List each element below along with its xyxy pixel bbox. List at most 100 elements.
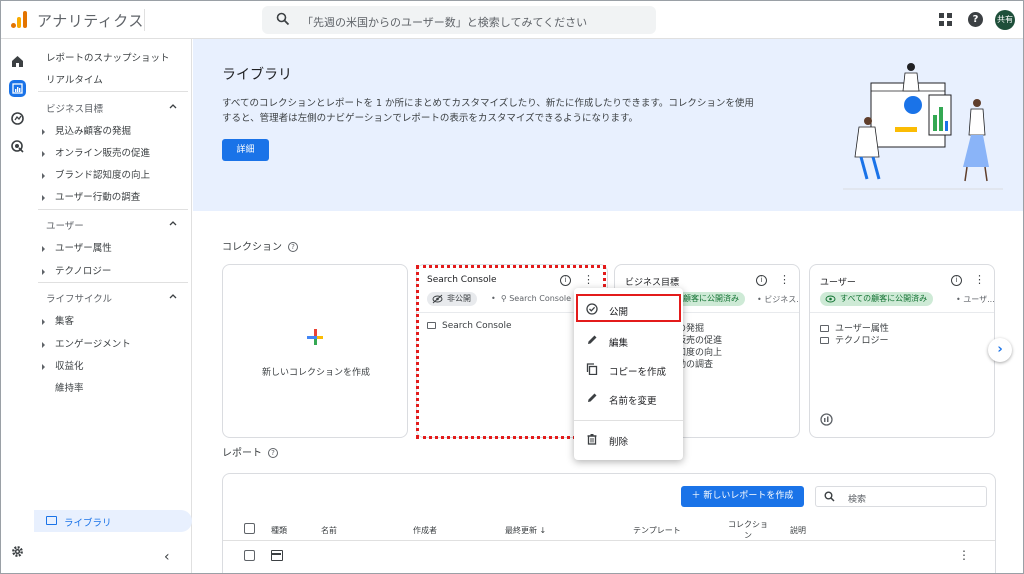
sidebar-section-business[interactable]: ビジネス目標 (46, 101, 103, 115)
sidebar-item-retention[interactable]: 維持率 (55, 380, 84, 394)
row-checkbox[interactable] (244, 550, 255, 561)
chevron-up-icon[interactable] (169, 292, 177, 300)
advertising-icon[interactable] (9, 138, 26, 155)
menu-item-publish[interactable]: 公開 (576, 294, 681, 322)
analytics-logo-icon[interactable] (11, 11, 27, 28)
info-icon[interactable]: i (756, 275, 767, 286)
menu-item-edit[interactable]: 編集 (574, 327, 683, 353)
sidebar-item-behavior[interactable]: ユーザー行動の調査 (42, 189, 140, 203)
sidebar-item-brand[interactable]: ブランド認知度の向上 (42, 167, 150, 181)
column-header-type[interactable]: 種類 (271, 525, 287, 536)
column-header-last-updated[interactable]: 最終更新 ↓ (505, 525, 546, 536)
collections-heading: コレクション? (222, 238, 298, 253)
collection-title: ユーザー (820, 278, 856, 288)
expand-arrow-icon (42, 150, 45, 157)
reports-heading: レポート? (222, 444, 278, 459)
copy-icon (586, 363, 598, 375)
more-vert-icon[interactable]: ⋮ (779, 274, 790, 285)
pencil-icon (588, 335, 597, 344)
column-header-template[interactable]: テンプレート (633, 525, 681, 536)
help-circle-icon[interactable]: ? (288, 242, 298, 252)
details-button[interactable]: 詳細 (222, 139, 269, 161)
new-collection-label: 新しいコレクションを作成 (261, 368, 370, 378)
sidebar-item-online-sales[interactable]: オンライン販売の促進 (42, 145, 150, 159)
sidebar-section-user[interactable]: ユーザー (46, 218, 84, 232)
sidebar-section-lifecycle[interactable]: ライフサイクル (46, 291, 112, 305)
collection-meta: • ユーザ... (956, 295, 995, 304)
sidebar-item-demographics[interactable]: ユーザー属性 (42, 240, 112, 254)
menu-item-copy[interactable]: コピーを作成 (574, 356, 683, 382)
expand-arrow-icon (42, 318, 45, 325)
expand-arrow-icon (42, 268, 45, 275)
plus-icon (307, 329, 323, 345)
more-vert-icon[interactable]: ⋮ (974, 274, 985, 285)
help-circle-icon[interactable]: ? (268, 448, 278, 458)
folder-icon (820, 325, 829, 332)
sidebar-item-realtime[interactable]: リアルタイム (46, 72, 103, 86)
sidebar: レポートのスナップショット リアルタイム ビジネス目標 見込み顧客の発掘 オンラ… (34, 39, 192, 573)
column-header-creator[interactable]: 作成者 (413, 525, 437, 536)
help-icon[interactable]: ? (968, 12, 983, 27)
top-bar: アナリティクス 「先週の米国からのユーザー数」と検索してみてください ? 共有 (1, 1, 1023, 39)
status-badge: 顧客に公開済み (677, 292, 745, 306)
expand-arrow-icon (42, 172, 45, 179)
library-illustration (843, 63, 1003, 190)
apps-grid-icon[interactable] (939, 13, 952, 26)
avatar[interactable]: 共有 (995, 10, 1015, 30)
nav-rail (1, 39, 34, 573)
collection-card-user[interactable]: ユーザー i ⋮ すべての顧客に公開済み • ユーザ... ユーザー属性 テクノ… (809, 264, 995, 438)
chevron-up-icon[interactable] (169, 219, 177, 227)
search-bar[interactable]: 「先週の米国からのユーザー数」と検索してみてください (262, 6, 656, 34)
menu-item-rename[interactable]: 名前を変更 (574, 385, 683, 411)
app-title: アナリティクス (37, 12, 144, 30)
column-header-name[interactable]: 名前 (321, 525, 337, 536)
sidebar-item-engagement[interactable]: エンゲージメント (42, 336, 131, 350)
collection-title: ビジネス目標 (625, 278, 680, 288)
status-badge: すべての顧客に公開済み (820, 292, 934, 306)
sidebar-item-tech[interactable]: テクノロジー (42, 263, 111, 277)
column-header-collection[interactable]: コレクション (728, 519, 768, 541)
expand-arrow-icon (42, 245, 45, 252)
sidebar-item-leads[interactable]: 見込み顧客の発掘 (42, 123, 131, 137)
page-title: ライブラリ (222, 67, 292, 83)
expand-arrow-icon (42, 341, 45, 348)
more-vert-icon[interactable]: ⋮ (958, 549, 970, 561)
sidebar-item-library[interactable]: ライブラリ (34, 510, 192, 532)
reports-table: ＋ 新しいレポートを作成 検索 種類 名前 作成者 最終更新 ↓ テンプレート … (222, 473, 996, 573)
expand-arrow-icon (42, 363, 45, 370)
collapse-sidebar-icon[interactable]: ‹ (164, 549, 176, 565)
page-description: すべてのコレクションとレポートを 1 か所にまとめてカスタマイズしたり、新たに作… (222, 98, 754, 124)
trash-icon (587, 434, 597, 445)
home-icon[interactable] (9, 53, 26, 70)
sidebar-item-acquisition[interactable]: 集客 (42, 313, 74, 327)
collection-item: テクノロジー (820, 333, 888, 346)
folder-icon (820, 337, 829, 344)
info-icon[interactable]: i (951, 275, 962, 286)
reports-icon[interactable] (9, 80, 26, 97)
collection-meta: • ビジネス... (757, 295, 800, 304)
chevron-up-icon[interactable] (169, 102, 177, 110)
template-icon (271, 550, 283, 561)
column-header-description[interactable]: 説明 (790, 525, 806, 536)
divider (38, 91, 188, 92)
new-collection-card[interactable]: 新しいコレクションを作成 (222, 264, 408, 438)
settings-gear-icon[interactable] (11, 545, 24, 558)
report-search-input[interactable]: 検索 (815, 486, 987, 507)
menu-item-delete[interactable]: 削除 (574, 426, 683, 452)
search-placeholder: 「先週の米国からのユーザー数」と検索してみてください (302, 16, 588, 29)
divider (574, 420, 683, 421)
sidebar-item-snapshot[interactable]: レポートのスナップショット (46, 50, 170, 64)
sort-arrow-down-icon: ↓ (539, 526, 547, 535)
divider (810, 312, 994, 313)
app-window: アナリティクス 「先週の米国からのユーザー数」と検索してみてください ? 共有 … (0, 0, 1024, 574)
carousel-next-button[interactable]: › (988, 338, 1012, 362)
new-report-button[interactable]: ＋ 新しいレポートを作成 (681, 486, 804, 507)
collection-context-menu: 公開 編集 コピーを作成 名前を変更 削除 (574, 288, 683, 460)
sidebar-item-monetization[interactable]: 収益化 (42, 358, 84, 372)
check-circle-icon (586, 303, 598, 315)
folder-icon (46, 516, 57, 525)
select-all-checkbox[interactable] (244, 523, 255, 534)
pencil-icon (588, 393, 597, 402)
library-banner: ライブラリ すべてのコレクションとレポートを 1 か所にまとめてカスタマイズした… (193, 39, 1023, 211)
explore-icon[interactable] (9, 110, 26, 127)
